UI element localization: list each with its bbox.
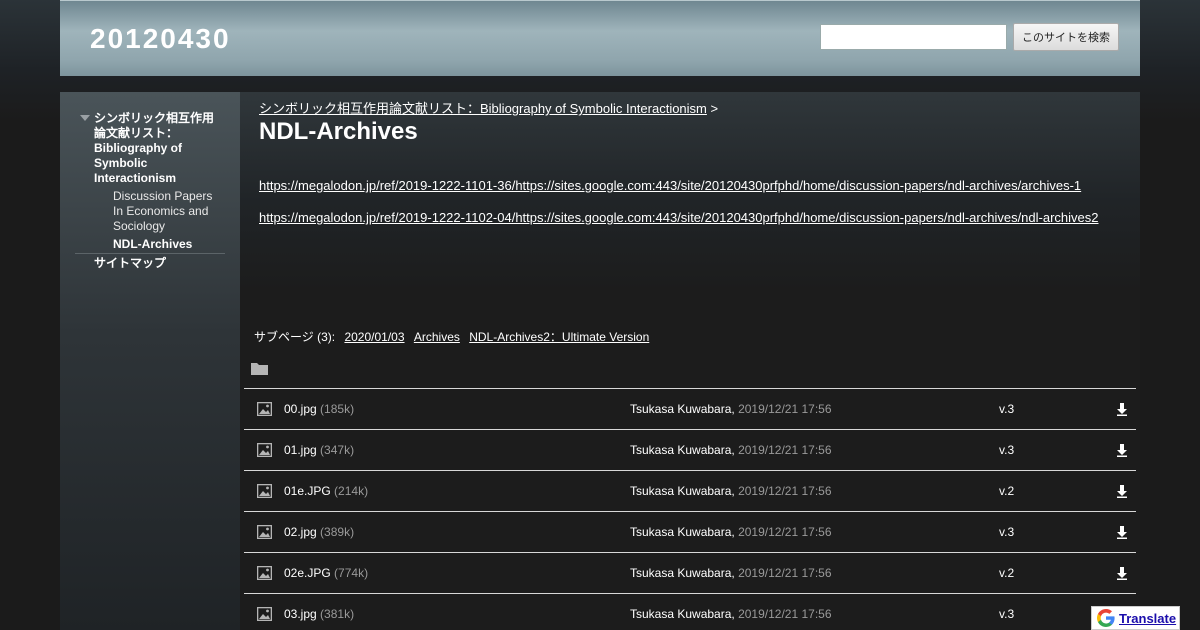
table-row[interactable]: 03.jpg (381k) Tsukasa Kuwabara, 2019/12/2… [244,593,1136,630]
file-name-text[interactable]: 00.jpg [284,402,317,416]
sidebar: シンボリック相互作用論文献リスト：Bibliography of Symboli… [60,92,240,630]
file-name[interactable]: 01.jpg (347k) [284,443,354,457]
image-icon [257,566,272,580]
file-size: (774k) [334,566,369,580]
file-author: Tsukasa Kuwabara, 2019/12/21 17:56 [630,402,832,416]
file-author: Tsukasa Kuwabara, 2019/12/21 17:56 [630,607,832,621]
file-name[interactable]: 02.jpg (389k) [284,525,354,539]
file-name-text[interactable]: 01e.JPG [284,484,331,498]
file-date: 2019/12/21 17:56 [738,525,832,539]
main-content: シンボリック相互作用論文献リスト：Bibliography of Symboli… [240,92,1140,630]
search-button[interactable]: このサイトを検索 [1013,23,1119,51]
file-version[interactable]: v.2 [999,484,1014,498]
author-name: Tsukasa Kuwabara, [630,566,735,580]
folder-icon[interactable] [251,362,268,375]
archive-link-2[interactable]: https://megalodon.jp/ref/2019-1222-1102-… [259,210,1099,225]
author-name: Tsukasa Kuwabara, [630,607,735,621]
sidebar-divider [75,253,225,254]
page-title: NDL-Archives [259,118,418,145]
site-title[interactable]: 20120430 [90,23,231,55]
file-size: (381k) [320,607,355,621]
site-header: 20120430 このサイトを検索 [60,0,1140,76]
google-icon [1097,609,1115,627]
download-icon[interactable] [1116,403,1128,416]
file-name-text[interactable]: 01.jpg [284,443,317,457]
file-author: Tsukasa Kuwabara, 2019/12/21 17:56 [630,566,832,580]
file-list: 00.jpg (185k) Tsukasa Kuwabara, 2019/12/2… [244,388,1136,630]
image-icon [257,525,272,539]
file-size: (185k) [320,402,355,416]
file-name-text[interactable]: 03.jpg [284,607,317,621]
image-icon [257,607,272,621]
image-icon [257,402,272,416]
file-name[interactable]: 00.jpg (185k) [284,402,354,416]
file-name-text[interactable]: 02.jpg [284,525,317,539]
subpage-link[interactable]: Archives [414,330,460,344]
file-date: 2019/12/21 17:56 [738,443,832,457]
table-row[interactable]: 02.jpg (389k) Tsukasa Kuwabara, 2019/12/2… [244,511,1136,552]
file-name[interactable]: 03.jpg (381k) [284,607,354,621]
table-row[interactable]: 01.jpg (347k) Tsukasa Kuwabara, 2019/12/2… [244,429,1136,470]
subpage-link[interactable]: 2020/01/03 [344,330,404,344]
image-icon [257,484,272,498]
subpages-label: サブページ (3): [254,330,336,344]
download-icon[interactable] [1116,444,1128,457]
file-version[interactable]: v.2 [999,566,1014,580]
file-name[interactable]: 02e.JPG (774k) [284,566,368,580]
table-row[interactable]: 01e.JPG (214k) Tsukasa Kuwabara, 2019/12/… [244,470,1136,511]
collapse-triangle-icon[interactable] [80,115,90,121]
file-size: (214k) [334,484,369,498]
file-date: 2019/12/21 17:56 [738,607,832,621]
download-icon[interactable] [1116,567,1128,580]
file-version[interactable]: v.3 [999,402,1014,416]
sidebar-item-ndl-archives[interactable]: NDL-Archives [113,237,192,252]
file-size: (389k) [320,525,355,539]
image-icon [257,443,272,457]
file-size: (347k) [320,443,355,457]
breadcrumb-separator: > [710,101,719,116]
author-name: Tsukasa Kuwabara, [630,443,735,457]
archive-link-1[interactable]: https://megalodon.jp/ref/2019-1222-1101-… [259,178,1081,193]
file-date: 2019/12/21 17:56 [738,484,832,498]
download-icon[interactable] [1116,526,1128,539]
sidebar-item-bibliography[interactable]: シンボリック相互作用論文献リスト：Bibliography of Symboli… [94,111,224,186]
file-version[interactable]: v.3 [999,525,1014,539]
table-row[interactable]: 02e.JPG (774k) Tsukasa Kuwabara, 2019/12/… [244,552,1136,593]
file-version[interactable]: v.3 [999,443,1014,457]
translate-button[interactable]: Translate [1091,606,1180,630]
file-author: Tsukasa Kuwabara, 2019/12/21 17:56 [630,443,832,457]
table-row[interactable]: 00.jpg (185k) Tsukasa Kuwabara, 2019/12/2… [244,388,1136,429]
file-name-text[interactable]: 02e.JPG [284,566,331,580]
author-name: Tsukasa Kuwabara, [630,484,735,498]
breadcrumb: シンボリック相互作用論文献リスト：Bibliography of Symboli… [259,98,718,117]
sidebar-item-sitemap[interactable]: サイトマップ [94,256,166,271]
download-icon[interactable] [1116,485,1128,498]
file-version[interactable]: v.3 [999,607,1014,621]
author-name: Tsukasa Kuwabara, [630,525,735,539]
breadcrumb-link[interactable]: シンボリック相互作用論文献リスト：Bibliography of Symboli… [259,101,707,116]
subpages: サブページ (3): 2020/01/03 Archives NDL-Archi… [254,328,649,345]
author-name: Tsukasa Kuwabara, [630,402,735,416]
search-input[interactable] [820,24,1007,50]
subpage-link[interactable]: NDL-Archives2：Ultimate Version [469,330,649,344]
file-name[interactable]: 01e.JPG (214k) [284,484,368,498]
file-author: Tsukasa Kuwabara, 2019/12/21 17:56 [630,525,832,539]
file-date: 2019/12/21 17:56 [738,402,832,416]
sidebar-item-discussion-papers[interactable]: Discussion Papers In Economics and Socio… [113,189,225,234]
translate-label: Translate [1119,610,1177,626]
file-author: Tsukasa Kuwabara, 2019/12/21 17:56 [630,484,832,498]
file-date: 2019/12/21 17:56 [738,566,832,580]
